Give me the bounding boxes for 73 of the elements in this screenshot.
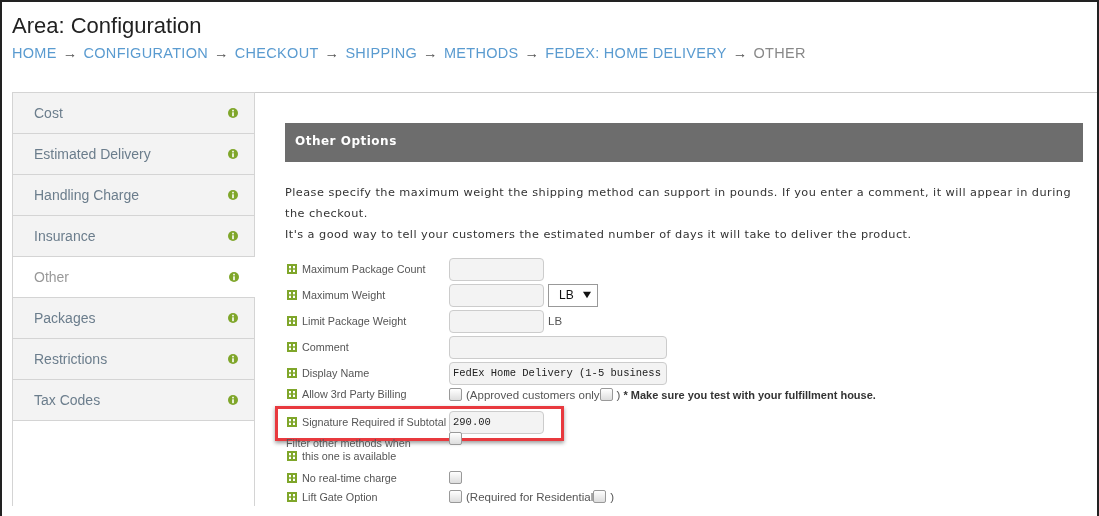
breadcrumb-current: OTHER xyxy=(753,44,806,62)
hint-text: ) xyxy=(616,388,621,401)
breadcrumb-arrow: → xyxy=(732,44,748,62)
info-icon xyxy=(228,354,238,364)
info-icon xyxy=(287,368,297,378)
description-text: Please specify the maximum weight the shipping method can support in pounds. If you enter a comment, it will appear in during the checkout. xyxy=(285,185,1072,222)
checkbox[interactable] xyxy=(449,432,462,445)
info-icon xyxy=(228,108,238,118)
checkbox[interactable] xyxy=(449,490,462,503)
breadcrumb-link[interactable]: CONFIGURATION xyxy=(83,44,208,62)
field-label: Display Name xyxy=(302,367,370,379)
info-icon xyxy=(287,389,297,399)
info-icon xyxy=(287,264,297,274)
caret-icon xyxy=(583,291,591,299)
sidebar-item[interactable]: Restrictions xyxy=(13,339,254,380)
info-icon xyxy=(228,190,238,200)
field-label: this one is available xyxy=(302,450,397,462)
input-field[interactable] xyxy=(449,309,544,333)
description-text: It's a good way to tell your customers the estimated number of days it will take to deliver the product. xyxy=(285,227,913,243)
sidebar-item[interactable]: Other xyxy=(13,257,255,298)
field-label: Limit Package Weight xyxy=(302,315,407,327)
breadcrumb-link[interactable]: SHIPPING xyxy=(345,44,418,62)
page-title: Area: Configuration xyxy=(12,12,203,40)
field-label: Maximum Weight xyxy=(302,289,386,301)
info-icon xyxy=(287,342,297,352)
info-icon xyxy=(228,231,238,241)
info-icon xyxy=(229,272,239,282)
field-label: No real-time charge xyxy=(302,471,397,484)
info-icon xyxy=(287,472,297,483)
field-label: Comment xyxy=(302,341,349,353)
input-field[interactable] xyxy=(449,335,667,359)
sidebar-item[interactable]: Insurance xyxy=(13,216,254,257)
info-icon xyxy=(287,290,297,300)
breadcrumb-link[interactable]: HOME xyxy=(12,44,57,62)
field-label: Lift Gate Option xyxy=(302,490,378,503)
hint-text: LB xyxy=(548,315,563,327)
checkbox[interactable] xyxy=(449,471,462,484)
sidebar-item[interactable]: Tax Codes xyxy=(13,380,254,421)
sidebar-item[interactable]: Handling Charge xyxy=(13,175,254,216)
checkbox[interactable] xyxy=(593,490,607,503)
hint-text: (Approved customers only xyxy=(466,388,600,401)
input-field[interactable] xyxy=(449,283,544,307)
breadcrumb-arrow: → xyxy=(524,44,540,62)
checkbox[interactable] xyxy=(599,388,613,401)
breadcrumb-link[interactable]: CHECKOUT xyxy=(234,44,319,62)
hint-text: ) xyxy=(610,490,615,503)
breadcrumb-arrow: → xyxy=(423,44,438,62)
breadcrumb-arrow: → xyxy=(324,44,340,62)
info-icon xyxy=(287,316,297,326)
field-label: Maximum Package Count xyxy=(302,263,426,275)
field-label: Allow 3rd Party Billing xyxy=(302,388,407,400)
sidebar-item[interactable]: Cost xyxy=(13,93,254,134)
sidebar-item[interactable]: Packages xyxy=(13,298,254,339)
input-field[interactable] xyxy=(449,257,544,281)
field-label: Signature Required if Subtotal xyxy=(302,416,447,428)
hint-text: (Required for Residential xyxy=(466,490,594,503)
breadcrumb-link[interactable]: METHODS xyxy=(443,44,519,62)
info-icon xyxy=(228,313,238,323)
info-icon xyxy=(287,451,297,461)
input-field[interactable]: 290.00 xyxy=(449,410,544,434)
checkbox[interactable] xyxy=(449,388,462,401)
sidebar-item[interactable]: Estimated Delivery xyxy=(13,134,254,175)
info-icon xyxy=(228,149,238,159)
breadcrumb-arrow: → xyxy=(214,44,229,62)
info-icon xyxy=(228,395,238,405)
input-field[interactable]: FedEx Home Delivery (1-5 business xyxy=(449,361,667,385)
unit-dropdown[interactable]: LB xyxy=(548,283,598,307)
breadcrumb-arrow: → xyxy=(62,44,78,62)
info-icon xyxy=(287,417,297,427)
breadcrumb-link[interactable]: FEDEX: HOME DELIVERY xyxy=(545,44,727,62)
note-text: * Make sure you test with your fulfillment house. xyxy=(623,388,876,401)
info-icon xyxy=(287,491,297,502)
section-header: Other Options xyxy=(285,123,1083,162)
